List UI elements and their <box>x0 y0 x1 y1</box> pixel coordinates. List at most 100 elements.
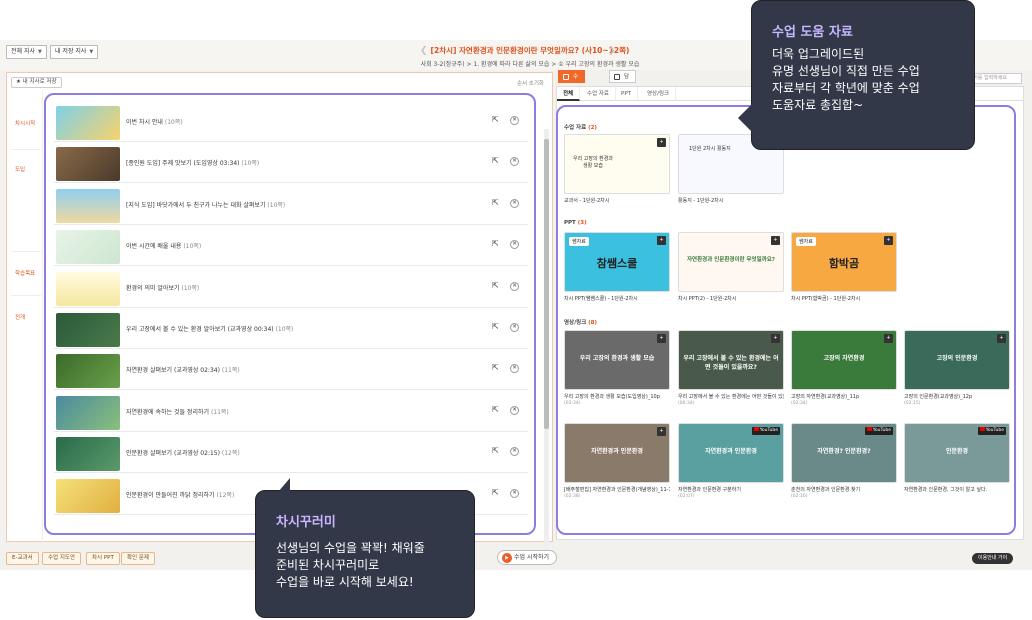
select-label: 내 저장 지사 <box>55 48 87 55</box>
share-icon[interactable]: ⇱ <box>492 281 499 290</box>
lesson-thumbnail <box>56 395 120 430</box>
resource-card[interactable]: 우리 고장의 환경과 생활 모습 + 교과서 - 1단원-2차시 <box>564 134 670 204</box>
start-class-button[interactable]: ▶ 수업 시작하기 <box>497 550 558 565</box>
resource-card[interactable]: 자연환경과 인문환경 + [배주철편집] 자연환경과 인문환경(개념영상)_11-1… <box>564 423 670 499</box>
scrollbar-thumb[interactable] <box>544 139 549 429</box>
resource-card[interactable]: 인문환경 YouTube 자연환경과 인문환경, 그것이 알고 싶다. <box>904 423 1010 493</box>
save-to-my-lesson-button[interactable]: ★ 내 지사로 저장 <box>11 77 62 88</box>
usage-guide-button[interactable]: 이용안내 가이 <box>972 553 1014 564</box>
lesson-row[interactable]: 자연환경 살펴보기 (교과영상 02:34) (11쪽) ⇱ ✕ <box>54 349 528 391</box>
lesson-filter-select[interactable]: 전체 지사 ▼ <box>6 45 47 59</box>
add-resource-icon[interactable]: + <box>997 334 1006 343</box>
lesson-title: 이번 차시 안내 (10쪽) <box>126 117 183 126</box>
lesson-row[interactable]: 환경의 의미 알아보기 (10쪽) ⇱ ✕ <box>54 267 528 308</box>
youtube-icon <box>979 427 985 431</box>
close-icon[interactable]: ✕ <box>510 240 519 250</box>
resource-card[interactable]: 고장의 인문환경 + 고장의 인문환경(교과영상)_12p (02:15) <box>904 330 1010 406</box>
resource-card[interactable]: 자연환경과 인문환경이란 무엇일까요? + 차시 PPT(2) - 1단원-2차시 <box>678 232 784 302</box>
resource-card[interactable]: 우리 고장에서 볼 수 있는 환경에는 어떤 것들이 있을까요? + 우리 고장에서… <box>678 330 784 406</box>
share-icon[interactable]: ⇱ <box>492 156 499 165</box>
callout-line: 유명 선생님이 직접 만든 수업 <box>772 64 920 78</box>
next-lesson-icon[interactable]: ❯ <box>608 46 616 56</box>
thumbnail-text: 1단원 2차시 활동지 <box>689 146 731 152</box>
lesson-row[interactable]: 이번 차시 안내 (10쪽) ⇱ ✕ <box>54 101 528 142</box>
divider <box>11 295 41 296</box>
page-count: (10쪽) <box>267 201 286 209</box>
video-caption: 자연환경과 인문환경 <box>591 448 643 455</box>
page-count: (10쪽) <box>183 243 202 251</box>
folder-icon <box>563 74 569 80</box>
lesson-row[interactable]: 인문환경 살펴보기 (교과영상 02:15) (12쪽) ⇱ ✕ <box>54 432 528 474</box>
button-label: 수업 시작하기 <box>514 554 550 561</box>
share-icon[interactable]: ⇱ <box>492 488 499 497</box>
lesson-title-text: 인문환경 살펴보기 (교과영상 02:15) <box>126 450 220 458</box>
subtab-ppt[interactable]: PPT <box>615 87 638 101</box>
phase-column: 차시시작 도입 학습목표 전개 <box>7 91 43 543</box>
lesson-thumbnail <box>56 271 120 306</box>
share-icon[interactable]: ⇱ <box>492 322 499 331</box>
lesson-row[interactable]: [지식 도입] 바닷가에서 두 친구가 나누는 대화 살펴보기 (10쪽) ⇱ ✕ <box>54 184 528 225</box>
lesson-row[interactable]: 우리 고장에서 볼 수 있는 환경 알아보기 (교과영상 00:34) (10쪽… <box>54 308 528 349</box>
add-resource-icon[interactable]: + <box>771 236 780 245</box>
thumbnail-text: 우리 고장의 환경과 생활 모습 <box>573 156 613 169</box>
resource-card[interactable]: 고장의 자연환경 + 고장의 자연환경(교과영상)_11p (02:34) <box>791 330 897 406</box>
close-icon[interactable]: ✕ <box>510 198 519 208</box>
e-textbook-button[interactable]: E-교과서 <box>6 552 39 565</box>
resource-card[interactable]: 쌤자료 함박곰 + 차시 PPT(함박곰) - 1단원-2차시 <box>791 232 897 302</box>
share-icon[interactable]: ⇱ <box>492 198 499 207</box>
quiz-button[interactable]: 확인 문제 <box>121 552 155 565</box>
page-count: (12쪽) <box>221 450 240 458</box>
lesson-ppt-button[interactable]: 차시 PPT <box>86 552 120 565</box>
share-icon[interactable]: ⇱ <box>492 446 499 455</box>
section-label: PPT <box>564 220 576 226</box>
share-icon[interactable]: ⇱ <box>492 363 499 372</box>
share-icon[interactable]: ⇱ <box>492 239 499 248</box>
reset-order-link[interactable]: 순서 초기화 <box>517 79 544 87</box>
close-icon[interactable]: ✕ <box>510 364 519 374</box>
close-icon[interactable]: ✕ <box>510 488 519 498</box>
resource-thumbnail: 자연환경? 인문환경? YouTube <box>791 423 897 483</box>
share-icon[interactable]: ⇱ <box>492 115 499 124</box>
ppt-badge: 쌤자료 <box>796 237 816 246</box>
resource-label: 자연환경과 인문환경, 그것이 알고 싶다. <box>904 487 988 493</box>
subtab-all[interactable]: 전체 <box>557 87 581 101</box>
lesson-plan-button[interactable]: 수업 지도안 <box>42 552 82 565</box>
resource-duration: (02:16) <box>791 494 808 499</box>
close-icon[interactable]: ✕ <box>510 116 519 125</box>
add-resource-icon[interactable]: + <box>884 236 893 245</box>
tab-saved-resources[interactable]: 담은 자료 <box>609 70 637 119</box>
add-resource-icon[interactable]: + <box>884 334 893 343</box>
phase-label: 전개 <box>15 315 26 321</box>
lesson-title-text: 자연환경에 속하는 것들 정리하기 <box>126 408 210 416</box>
callout-title: 수업 도움 자료 <box>772 25 853 40</box>
lesson-row[interactable]: [종인원 도입] 주제 맛보기 (도입영상 03:34) (10쪽) ⇱ ✕ <box>54 142 528 184</box>
add-resource-icon[interactable]: + <box>657 334 666 343</box>
lesson-row[interactable]: 자연환경에 속하는 것들 정리하기 (11쪽) ⇱ ✕ <box>54 391 528 432</box>
resource-card[interactable]: 쌤자료 참쌤스쿨 + 차시 PPT(쌤쌤스쿨) - 1단원-2차시 <box>564 232 670 302</box>
scrollbar[interactable] <box>544 129 549 549</box>
saved-lesson-select[interactable]: 내 저장 지사 ▼ <box>50 45 99 59</box>
close-icon[interactable]: ✕ <box>510 281 519 291</box>
tab-class-resources[interactable]: 수업 도움 자료 <box>558 70 586 145</box>
share-icon[interactable]: ⇱ <box>492 405 499 414</box>
resource-card[interactable]: 우리 고장의 환경과 생활 모습 + 우리 고장의 환경과 생활 모습(도입영상)_… <box>564 330 670 406</box>
add-resource-icon[interactable]: + <box>657 236 666 245</box>
subtab-video[interactable]: 영상/링크 <box>641 87 677 101</box>
lesson-list-highlight: 이번 차시 안내 (10쪽) ⇱ ✕ [종인원 도입] 주제 맛보기 (도입영상 03… <box>44 93 536 535</box>
close-icon[interactable]: ✕ <box>510 447 519 457</box>
close-icon[interactable]: ✕ <box>510 323 519 332</box>
add-resource-icon[interactable]: + <box>657 138 666 147</box>
add-resource-icon[interactable]: + <box>771 334 780 343</box>
resource-card[interactable]: 자연환경과 인문환경 YouTube 자연환경과 인문환경 구분하기 (02:07) <box>678 423 784 499</box>
add-resource-icon[interactable]: + <box>657 427 666 436</box>
video-caption: 우리 고장의 환경과 생활 모습 <box>579 355 655 362</box>
row-actions: ⇱ ✕ <box>492 115 522 127</box>
youtube-icon <box>866 427 872 431</box>
subtab-class[interactable]: 수업 자료 <box>581 87 616 101</box>
close-icon[interactable]: ✕ <box>510 405 519 415</box>
close-icon[interactable]: ✕ <box>510 157 519 167</box>
lesson-row[interactable]: 이번 시간에 배울 내용 (10쪽) ⇱ ✕ <box>54 225 528 267</box>
lesson-thumbnail <box>56 106 120 140</box>
resource-card[interactable]: 자연환경? 인문환경? YouTube 춘천의 자연환경과 인문환경 찾기 (02:1… <box>791 423 897 499</box>
resource-duration: (03:34) <box>564 401 581 406</box>
